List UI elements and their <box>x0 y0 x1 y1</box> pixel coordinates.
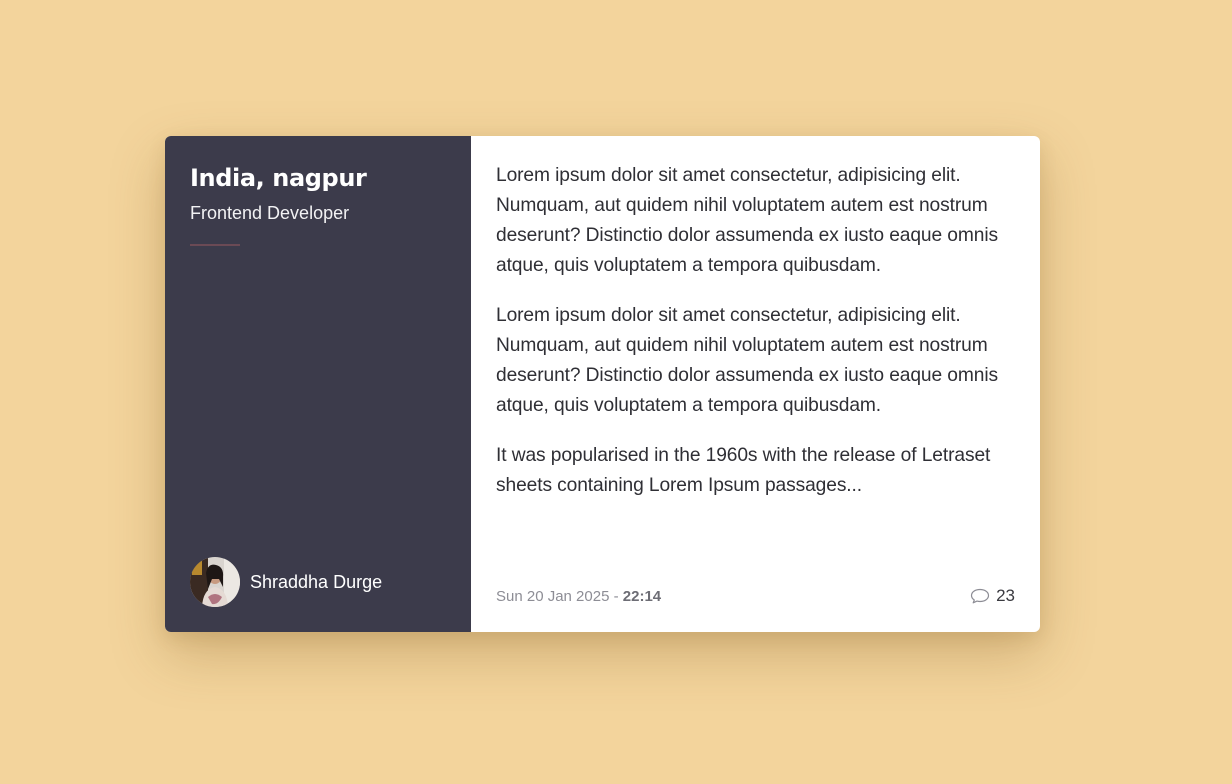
paragraph: It was popularised in the 1960s with the… <box>496 445 991 496</box>
speech-bubble-icon <box>970 588 990 604</box>
profile-card: India, nagpur Frontend Developer Shraddh… <box>165 136 1040 632</box>
paragraph: Lorem ipsum dolor sit amet consectetur, … <box>496 165 998 276</box>
card-content: Lorem ipsum dolor sit amet consectetur, … <box>471 136 1040 632</box>
avatar[interactable] <box>190 557 240 607</box>
date-text: Sun 20 Jan 2025 - <box>496 587 623 605</box>
author-name[interactable]: Shraddha Durge <box>250 572 382 593</box>
post-date: Sun 20 Jan 2025 - 22:14 <box>496 588 661 605</box>
paragraph: Lorem ipsum dolor sit amet consectetur, … <box>496 305 998 416</box>
time-text: 22:14 <box>622 587 662 605</box>
divider <box>190 244 240 246</box>
role-subtitle: Frontend Developer <box>190 203 350 223</box>
card-sidebar: India, nagpur Frontend Developer Shraddh… <box>165 136 471 632</box>
avatar-image <box>190 557 240 607</box>
author-info[interactable]: Shraddha Durge <box>190 557 382 607</box>
location-title: India, nagpur <box>190 164 367 192</box>
comments-button[interactable]: 23 <box>970 586 1015 606</box>
comment-count: 23 <box>996 586 1015 605</box>
post-meta: Sun 20 Jan 2025 - 22:14 23 <box>496 586 1015 606</box>
